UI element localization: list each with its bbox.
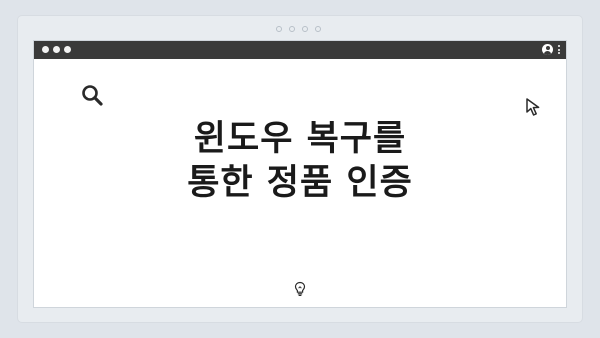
search-icon [82,85,103,106]
window-controls [42,46,71,53]
title-line-1: 윈도우 복구를 [193,119,407,159]
page: 윈도우 복구를 통한 정품 인증 [0,0,600,338]
top-dot [302,26,308,32]
page-title: 윈도우 복구를 통한 정품 인증 [34,117,566,205]
top-dots [276,26,321,32]
minimize-dot-icon[interactable] [53,46,60,53]
top-dot [315,26,321,32]
top-dot [276,26,282,32]
title-line-2: 통한 정품 인증 [187,163,413,203]
browser-window: 윈도우 복구를 통한 정품 인증 [33,40,567,308]
user-icon[interactable] [542,44,553,55]
cursor-icon [526,98,540,116]
window-titlebar [34,41,566,59]
kebab-menu-icon[interactable] [558,45,560,54]
maximize-dot-icon[interactable] [64,46,71,53]
titlebar-actions [542,44,560,55]
lightbulb-icon [294,281,306,296]
top-dot [289,26,295,32]
close-dot-icon[interactable] [42,46,49,53]
